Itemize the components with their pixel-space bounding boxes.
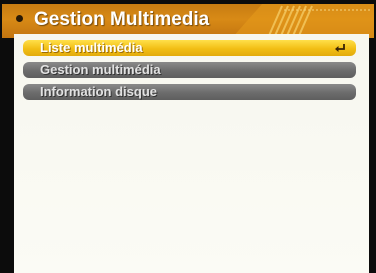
screen: Gestion Multimedia Liste multimédia Gest…	[0, 0, 376, 273]
title-bullet-icon	[16, 15, 23, 22]
menu-list: Liste multimédia Gestion multimédia Info…	[23, 40, 356, 106]
menu-item-label: Information disque	[40, 84, 157, 99]
menu-item-label: Gestion multimédia	[40, 62, 161, 77]
title-bar: Gestion Multimedia	[2, 4, 374, 38]
menu-item-information-disque[interactable]: Information disque	[23, 84, 356, 100]
menu-item-liste-multimedia[interactable]: Liste multimédia	[23, 40, 356, 56]
enter-icon	[335, 44, 345, 52]
menu-item-label: Liste multimédia	[40, 40, 143, 55]
menu-item-gestion-multimedia[interactable]: Gestion multimédia	[23, 62, 356, 78]
page-title: Gestion Multimedia	[34, 9, 210, 30]
title-bar-decoration	[232, 4, 374, 38]
